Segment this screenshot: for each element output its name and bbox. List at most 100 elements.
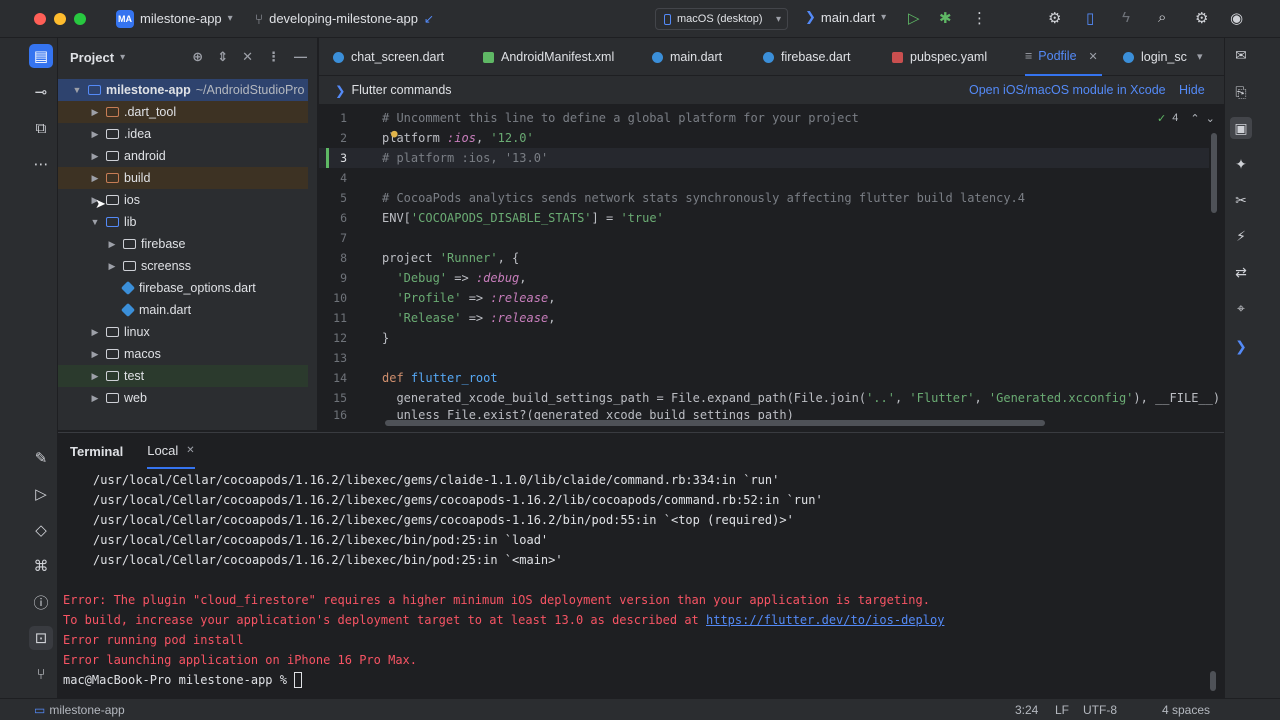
flutter-inspector-icon[interactable]: ⚙ [1048,9,1061,27]
project-panel-title[interactable]: Project [70,50,114,65]
locate-file-icon[interactable]: ⊕ [192,49,203,65]
version-control-icon[interactable]: ⑂ [29,662,53,686]
tab-chat-screen[interactable]: chat_screen.dart [333,38,444,76]
tab-login-screen[interactable]: login_sc [1123,38,1187,76]
project-tool-icon[interactable]: ▤ [29,44,53,68]
gradle-icon[interactable]: ⚡ [1230,225,1252,247]
ios-deploy-link[interactable]: https://flutter.dev/to/ios-deploy [706,613,944,627]
hot-reload-icon[interactable]: ϟ [1122,9,1130,26]
device-selector[interactable]: macOS (desktop) ▾ [655,8,788,30]
branch-switcher[interactable]: developing-milestone-app [269,11,418,26]
chevron-right-icon[interactable]: ▶ [105,239,119,250]
intention-bulb-icon[interactable]: ● [391,127,398,140]
flutter-icon[interactable]: ❯ [1230,335,1252,357]
chevron-right-icon[interactable]: ▶ [88,129,102,140]
file-encoding[interactable]: UTF-8 [1083,703,1117,717]
tree-item-build[interactable]: ▶ build [58,167,308,189]
device-mirror-icon[interactable]: ▣ [1230,117,1252,139]
tree-item-macos[interactable]: ▶ macos [58,343,308,365]
run-configuration-selector[interactable]: ❯ main.dart ▾ [805,9,886,25]
device-manager-icon[interactable]: ▯ [1086,9,1094,27]
project-switcher[interactable]: milestone-app [140,11,222,26]
horizontal-scrollbar[interactable] [385,420,1045,426]
tree-item-screenss[interactable]: ▶ screenss [58,255,308,277]
code-line[interactable]: 1 # Uncomment this line to define a glob… [319,108,1209,128]
code-line[interactable]: 9 'Debug' => :debug, [319,268,1209,288]
zoom-window-button[interactable] [74,12,86,25]
chevron-right-icon[interactable]: ▶ [88,327,102,338]
tree-item-linux[interactable]: ▶ linux [58,321,308,343]
chevron-right-icon[interactable]: ▶ [88,349,102,360]
tree-root[interactable]: ▼ milestone-app ~/AndroidStudioPro [58,79,308,101]
more-tools-icon[interactable]: ⋯ [29,152,53,176]
expand-all-icon[interactable]: ⇕ [217,49,228,65]
code-line[interactable]: 7 [319,228,1209,248]
code-line[interactable]: 14 def flutter_root [319,368,1209,388]
indent-setting[interactable]: 4 spaces [1162,703,1210,717]
code-line[interactable]: 5 # CocoaPods analytics sends network st… [319,188,1209,208]
flutter-outline-icon[interactable]: ✎ [29,446,53,470]
chevron-right-icon[interactable]: ▶ [88,371,102,382]
logcat-icon[interactable]: ⌘ [29,554,53,578]
hide-panel-icon[interactable]: — [294,49,307,65]
tab-pubspec[interactable]: pubspec.yaml [892,38,987,76]
code-line[interactable]: 4 [319,168,1209,188]
problems-icon[interactable]: ⓘ [29,590,53,614]
settings-gear-icon[interactable]: ⚙ [1195,9,1208,27]
chevron-down-icon[interactable]: ▼ [88,217,102,227]
tab-main-dart[interactable]: main.dart [652,38,722,76]
cursor-position[interactable]: 3:24 [1015,703,1038,717]
code-line[interactable]: 12 } [319,328,1209,348]
chevron-down-icon[interactable]: ▼ [70,85,84,95]
chevron-right-icon[interactable]: ▶ [105,261,119,272]
search-icon[interactable]: ⌕ [1158,9,1166,26]
tab-android-manifest[interactable]: AndroidManifest.xml [483,38,614,76]
code-line[interactable]: 6 ENV['COCOAPODS_DISABLE_STATS'] = 'true… [319,208,1209,228]
close-tab-icon[interactable]: ✕ [1089,50,1098,63]
code-line[interactable]: 15 generated_xcode_build_settings_path =… [319,388,1220,408]
structure-tool-icon[interactable]: ⧉ [29,116,53,140]
run-icon[interactable]: ▷ [908,9,920,27]
code-line[interactable]: 13 [319,348,1209,368]
account-icon[interactable]: ◉ [1230,9,1243,27]
minimize-window-button[interactable] [54,12,66,25]
code-line-current[interactable]: 3 # platform :ios, '13.0' [319,148,1209,168]
tree-item-dart-tool[interactable]: ▶ .dart_tool [58,101,308,123]
tree-item-firebase-options[interactable]: firebase_options.dart [58,277,308,299]
chevron-right-icon[interactable]: ▶ [88,151,102,162]
code-line[interactable]: 16 unless File.exist?(generated_xcode_bu… [319,408,1209,420]
code-line[interactable]: 11 'Release' => :release, [319,308,1209,328]
tab-list-chevron-icon[interactable]: ▾ [1197,50,1203,63]
running-devices-icon[interactable]: ⇄ [1230,261,1252,283]
tree-item-lib[interactable]: ▼ lib [58,211,308,233]
tree-item-test[interactable]: ▶ test [58,365,308,387]
debug-icon[interactable]: ✱ [939,9,952,27]
close-tab-icon[interactable]: ✕ [186,445,194,456]
status-project-name[interactable]: milestone-app [49,703,124,717]
close-window-button[interactable] [34,12,46,25]
terminal-prompt[interactable]: mac@MacBook-Pro milestone-app % [63,670,303,690]
app-inspection-icon[interactable]: ⌖ [1230,297,1252,319]
flutter-performance-icon[interactable]: ✂ [1230,189,1252,211]
chevron-right-icon[interactable]: ▶ [88,107,102,118]
line-separator[interactable]: LF [1055,703,1069,717]
file-info-icon[interactable]: ⎘ [1230,81,1252,103]
terminal-tab-local[interactable]: Local ✕ [147,433,195,469]
code-line[interactable]: 10 'Profile' => :release, [319,288,1209,308]
commit-tool-icon[interactable]: ⊸ [29,80,53,104]
tree-item-android[interactable]: ▶ android [58,145,308,167]
terminal-icon[interactable]: ⊡ [29,626,53,650]
open-in-xcode-link[interactable]: Open iOS/macOS module in Xcode [969,83,1166,97]
project-badge[interactable]: MA [116,9,134,28]
devtools-icon[interactable]: ◇ [29,518,53,542]
code-line[interactable]: 8 project 'Runner', { [319,248,1209,268]
run-tool-icon[interactable]: ▷ [29,482,53,506]
tab-firebase-dart[interactable]: firebase.dart [763,38,850,76]
tree-item-idea[interactable]: ▶ .idea [58,123,308,145]
chevron-down-icon[interactable]: ▾ [120,52,125,63]
notifications-icon[interactable]: ✉ [1230,44,1252,66]
tree-item-main-dart[interactable]: main.dart [58,299,308,321]
chevron-right-icon[interactable]: ▶ [88,173,102,184]
hide-banner-link[interactable]: Hide [1179,83,1205,97]
terminal-scrollbar[interactable] [1210,671,1216,691]
